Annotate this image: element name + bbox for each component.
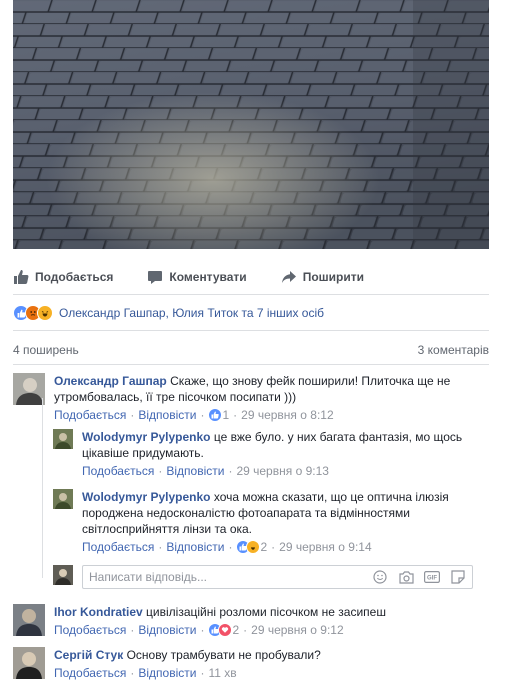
current-user-avatar[interactable] (53, 565, 73, 585)
love-reaction-icon (218, 623, 233, 637)
comments-count[interactable]: 3 коментарів (418, 343, 489, 359)
like-reaction-icon (208, 408, 223, 422)
reply-author[interactable]: Wolodymyr Pylypenko (82, 430, 210, 444)
camera-icon[interactable] (398, 569, 414, 585)
share-button[interactable]: Поширити (281, 269, 364, 285)
comment-meta: Подобається · Відповісти · 2 · 29 червня о … (54, 622, 344, 638)
shares-count[interactable]: 4 поширень (13, 343, 79, 359)
divider (13, 364, 489, 365)
comment-author[interactable]: Сергій Стук (54, 648, 123, 662)
action-bar: Подобається Коментувати Поширити (13, 262, 489, 292)
reply-box: GIF (82, 565, 473, 589)
svg-text:GIF: GIF (427, 576, 437, 582)
counts-row: 4 поширень 3 коментарів (13, 343, 489, 359)
post-card: Подобається Коментувати Поширити Олексан… (0, 0, 505, 685)
comment-reply-link[interactable]: Відповісти (138, 622, 196, 638)
comment-like-link[interactable]: Подобається (54, 665, 126, 681)
comment-reactions[interactable] (208, 408, 223, 422)
pavement-image (13, 0, 489, 249)
comment: Олександр Гашпар Скаже, що знову фейк по… (13, 373, 483, 423)
reaction-count: 1 (222, 408, 230, 422)
reply-comment: Wolodymyr Pylypenko це вже було. у них б… (53, 429, 483, 479)
comment-meta: Подобається · Відповісти · 11 хв (54, 665, 237, 681)
reply-thread-line (42, 398, 43, 578)
comment-time[interactable]: 29 червня о 9:12 (251, 622, 343, 638)
thumbs-up-icon (13, 269, 29, 285)
avatar[interactable] (13, 373, 45, 405)
reaction-names[interactable]: Олександр Гашпар, Юлия Титок та 7 інших … (59, 306, 324, 320)
reply-meta: Подобається · Відповісти · 29 червня о 9:1… (82, 463, 329, 479)
comment-label: Коментувати (169, 270, 247, 284)
comment-text: Основу трамбувати не пробували? (126, 648, 321, 662)
comment-button[interactable]: Коментувати (147, 269, 247, 285)
reactions-summary[interactable]: Олександр Гашпар, Юлия Титок та 7 інших … (13, 304, 489, 322)
comment-like-link[interactable]: Подобається (54, 407, 126, 423)
reply-meta: Подобається · Відповісти · 2 · 29 червня о … (82, 539, 372, 555)
avatar[interactable] (13, 604, 45, 636)
comment-meta: Подобається · Відповісти · 1 · 29 червня о … (54, 407, 334, 423)
reply-reply-link[interactable]: Відповісти (166, 463, 224, 479)
reply-time[interactable]: 29 червня о 9:14 (279, 539, 371, 555)
comment-reply-link[interactable]: Відповісти (138, 407, 196, 423)
comment-reply-link[interactable]: Відповісти (138, 665, 196, 681)
comment-time[interactable]: 11 хв (208, 665, 236, 681)
avatar[interactable] (53, 489, 73, 509)
comment-reactions[interactable] (208, 623, 233, 637)
reply-box-avatar-wrap (53, 565, 79, 585)
sticker-icon[interactable] (450, 569, 466, 585)
reply-comment: Wolodymyr Pylypenko хоча можна сказати, … (53, 489, 483, 555)
reply-reactions[interactable] (236, 540, 261, 554)
comment: Сергій Стук Основу трамбувати не пробува… (13, 647, 483, 681)
reply-input[interactable] (83, 569, 362, 585)
gif-icon[interactable]: GIF (424, 569, 440, 585)
haha-reaction-icon (37, 305, 53, 321)
like-button[interactable]: Подобається (13, 269, 113, 285)
avatar[interactable] (53, 429, 73, 449)
comment-icon (147, 269, 163, 285)
haha-reaction-icon (246, 540, 261, 554)
reaction-count: 2 (232, 623, 240, 637)
comment-time[interactable]: 29 червня о 8:12 (241, 407, 333, 423)
avatar[interactable] (13, 647, 45, 679)
comment-author[interactable]: Ihor Kondratiev (54, 605, 143, 619)
share-label: Поширити (302, 270, 364, 284)
reply-time[interactable]: 29 червня о 9:13 (236, 463, 328, 479)
divider (13, 330, 489, 331)
reply-like-link[interactable]: Подобається (82, 463, 154, 479)
comment-text: цивілізаційні розломи пісочком не засипе… (146, 605, 386, 619)
like-label: Подобається (35, 270, 114, 284)
reply-author[interactable]: Wolodymyr Pylypenko (82, 490, 210, 504)
post-photo[interactable] (13, 0, 489, 249)
share-icon (281, 269, 297, 285)
comment: Ihor Kondratiev цивілізаційні розломи пі… (13, 604, 483, 638)
reply-reply-link[interactable]: Відповісти (166, 539, 224, 555)
reaction-count: 2 (260, 540, 268, 554)
reply-like-link[interactable]: Подобається (82, 539, 154, 555)
divider (13, 294, 489, 295)
comment-like-link[interactable]: Подобається (54, 622, 126, 638)
emoji-icon[interactable] (372, 569, 388, 585)
comment-author[interactable]: Олександр Гашпар (54, 374, 167, 388)
